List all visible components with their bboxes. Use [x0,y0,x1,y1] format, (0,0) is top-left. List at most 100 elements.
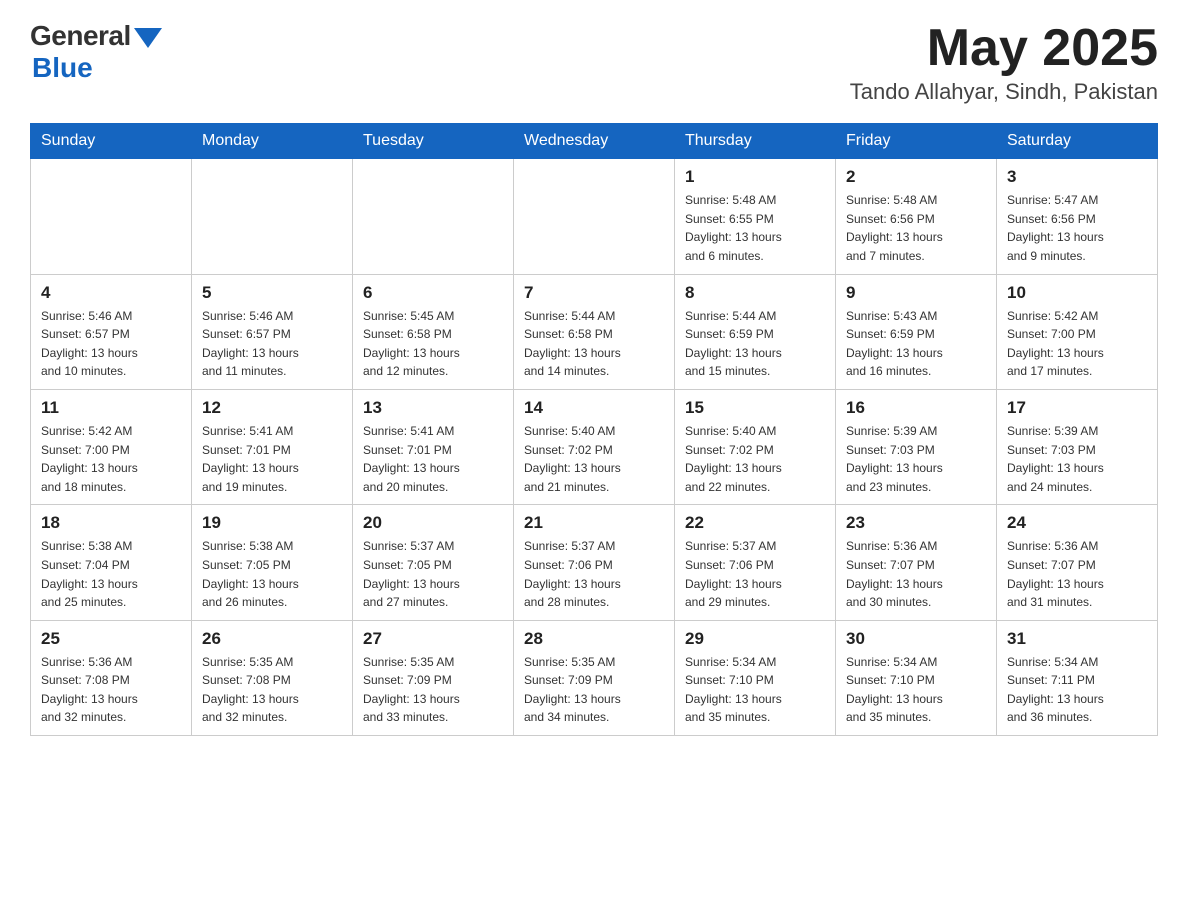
day-number: 28 [524,629,664,649]
day-info: Sunrise: 5:43 AMSunset: 6:59 PMDaylight:… [846,307,986,381]
day-number: 23 [846,513,986,533]
page-header: General Blue May 2025 Tando Allahyar, Si… [30,20,1158,105]
header-cell-tuesday: Tuesday [353,124,514,159]
day-number: 6 [363,283,503,303]
calendar-cell: 28 Sunrise: 5:35 AMSunset: 7:09 PMDayligh… [514,620,675,735]
calendar-cell: 13 Sunrise: 5:41 AMSunset: 7:01 PMDayligh… [353,389,514,504]
day-number: 30 [846,629,986,649]
day-info: Sunrise: 5:39 AMSunset: 7:03 PMDaylight:… [846,422,986,496]
calendar-cell: 1 Sunrise: 5:48 AMSunset: 6:55 PMDaylight… [675,159,836,274]
calendar-cell: 3 Sunrise: 5:47 AMSunset: 6:56 PMDaylight… [997,159,1158,274]
calendar-cell: 23 Sunrise: 5:36 AMSunset: 7:07 PMDayligh… [836,505,997,620]
day-number: 17 [1007,398,1147,418]
day-info: Sunrise: 5:35 AMSunset: 7:09 PMDaylight:… [363,653,503,727]
calendar-cell: 20Sunrise: 5:37 AMSunset: 7:05 PMDayligh… [353,505,514,620]
week-row-5: 25 Sunrise: 5:36 AMSunset: 7:08 PMDayligh… [31,620,1158,735]
day-number: 21 [524,513,664,533]
week-row-1: 1 Sunrise: 5:48 AMSunset: 6:55 PMDaylight… [31,159,1158,274]
calendar-cell: 8Sunrise: 5:44 AMSunset: 6:59 PMDaylight… [675,274,836,389]
day-info: Sunrise: 5:48 AMSunset: 6:56 PMDaylight:… [846,191,986,265]
logo-blue-text: Blue [32,52,93,84]
day-number: 22 [685,513,825,533]
day-info: Sunrise: 5:39 AMSunset: 7:03 PMDaylight:… [1007,422,1147,496]
calendar-cell: 19 Sunrise: 5:38 AMSunset: 7:05 PMDayligh… [192,505,353,620]
day-info: Sunrise: 5:36 AMSunset: 7:07 PMDaylight:… [846,537,986,611]
calendar-table: SundayMondayTuesdayWednesdayThursdayFrid… [30,123,1158,736]
day-info: Sunrise: 5:40 AMSunset: 7:02 PMDaylight:… [685,422,825,496]
day-number: 7 [524,283,664,303]
day-info: Sunrise: 5:46 AMSunset: 6:57 PMDaylight:… [41,307,181,381]
day-info: Sunrise: 5:46 AMSunset: 6:57 PMDaylight:… [202,307,342,381]
week-row-4: 18Sunrise: 5:38 AMSunset: 7:04 PMDayligh… [31,505,1158,620]
day-number: 13 [363,398,503,418]
calendar-cell: 30Sunrise: 5:34 AMSunset: 7:10 PMDayligh… [836,620,997,735]
day-number: 26 [202,629,342,649]
day-info: Sunrise: 5:34 AMSunset: 7:10 PMDaylight:… [685,653,825,727]
day-number: 16 [846,398,986,418]
calendar-cell: 12 Sunrise: 5:41 AMSunset: 7:01 PMDayligh… [192,389,353,504]
day-info: Sunrise: 5:41 AMSunset: 7:01 PMDaylight:… [202,422,342,496]
day-number: 2 [846,167,986,187]
calendar-cell: 25 Sunrise: 5:36 AMSunset: 7:08 PMDayligh… [31,620,192,735]
day-number: 14 [524,398,664,418]
calendar-cell: 21Sunrise: 5:37 AMSunset: 7:06 PMDayligh… [514,505,675,620]
day-number: 4 [41,283,181,303]
day-info: Sunrise: 5:48 AMSunset: 6:55 PMDaylight:… [685,191,825,265]
calendar-cell: 9 Sunrise: 5:43 AMSunset: 6:59 PMDaylight… [836,274,997,389]
day-info: Sunrise: 5:36 AMSunset: 7:07 PMDaylight:… [1007,537,1147,611]
day-number: 24 [1007,513,1147,533]
day-info: Sunrise: 5:41 AMSunset: 7:01 PMDaylight:… [363,422,503,496]
month-year-title: May 2025 [850,20,1158,77]
day-info: Sunrise: 5:42 AMSunset: 7:00 PMDaylight:… [1007,307,1147,381]
calendar-cell: 18Sunrise: 5:38 AMSunset: 7:04 PMDayligh… [31,505,192,620]
calendar-cell: 17 Sunrise: 5:39 AMSunset: 7:03 PMDayligh… [997,389,1158,504]
calendar-cell: 5 Sunrise: 5:46 AMSunset: 6:57 PMDaylight… [192,274,353,389]
day-info: Sunrise: 5:36 AMSunset: 7:08 PMDaylight:… [41,653,181,727]
day-number: 19 [202,513,342,533]
calendar-cell: 29 Sunrise: 5:34 AMSunset: 7:10 PMDayligh… [675,620,836,735]
day-number: 15 [685,398,825,418]
day-info: Sunrise: 5:37 AMSunset: 7:05 PMDaylight:… [363,537,503,611]
header-cell-saturday: Saturday [997,124,1158,159]
week-row-2: 4 Sunrise: 5:46 AMSunset: 6:57 PMDaylight… [31,274,1158,389]
header-cell-sunday: Sunday [31,124,192,159]
calendar-cell: 27 Sunrise: 5:35 AMSunset: 7:09 PMDayligh… [353,620,514,735]
day-info: Sunrise: 5:45 AMSunset: 6:58 PMDaylight:… [363,307,503,381]
day-info: Sunrise: 5:44 AMSunset: 6:58 PMDaylight:… [524,307,664,381]
title-block: May 2025 Tando Allahyar, Sindh, Pakistan [850,20,1158,105]
location-subtitle: Tando Allahyar, Sindh, Pakistan [850,79,1158,105]
day-number: 18 [41,513,181,533]
header-cell-wednesday: Wednesday [514,124,675,159]
day-number: 29 [685,629,825,649]
day-info: Sunrise: 5:38 AMSunset: 7:05 PMDaylight:… [202,537,342,611]
calendar-cell [353,159,514,274]
day-number: 3 [1007,167,1147,187]
calendar-cell: 14 Sunrise: 5:40 AMSunset: 7:02 PMDayligh… [514,389,675,504]
week-row-3: 11 Sunrise: 5:42 AMSunset: 7:00 PMDayligh… [31,389,1158,504]
day-info: Sunrise: 5:40 AMSunset: 7:02 PMDaylight:… [524,422,664,496]
day-number: 12 [202,398,342,418]
day-number: 31 [1007,629,1147,649]
day-number: 11 [41,398,181,418]
calendar-cell: 16 Sunrise: 5:39 AMSunset: 7:03 PMDayligh… [836,389,997,504]
day-number: 5 [202,283,342,303]
day-number: 1 [685,167,825,187]
day-info: Sunrise: 5:47 AMSunset: 6:56 PMDaylight:… [1007,191,1147,265]
day-info: Sunrise: 5:35 AMSunset: 7:08 PMDaylight:… [202,653,342,727]
calendar-cell: 2 Sunrise: 5:48 AMSunset: 6:56 PMDaylight… [836,159,997,274]
calendar-cell: 31Sunrise: 5:34 AMSunset: 7:11 PMDayligh… [997,620,1158,735]
logo-general-text: General [30,20,131,52]
calendar-cell: 7 Sunrise: 5:44 AMSunset: 6:58 PMDaylight… [514,274,675,389]
day-number: 27 [363,629,503,649]
calendar-header: SundayMondayTuesdayWednesdayThursdayFrid… [31,124,1158,159]
calendar-cell: 4 Sunrise: 5:46 AMSunset: 6:57 PMDaylight… [31,274,192,389]
day-info: Sunrise: 5:35 AMSunset: 7:09 PMDaylight:… [524,653,664,727]
day-number: 25 [41,629,181,649]
calendar-cell: 22Sunrise: 5:37 AMSunset: 7:06 PMDayligh… [675,505,836,620]
day-info: Sunrise: 5:42 AMSunset: 7:00 PMDaylight:… [41,422,181,496]
logo-triangle-icon [134,28,162,48]
header-cell-monday: Monday [192,124,353,159]
header-cell-friday: Friday [836,124,997,159]
day-number: 9 [846,283,986,303]
calendar-cell: 26 Sunrise: 5:35 AMSunset: 7:08 PMDayligh… [192,620,353,735]
